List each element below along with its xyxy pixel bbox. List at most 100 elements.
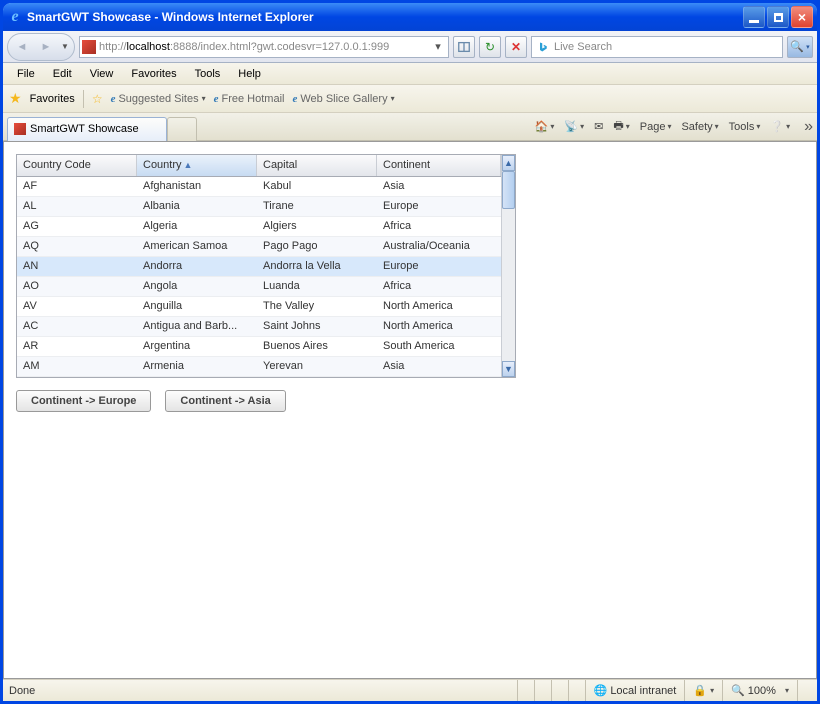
free-hotmail-link[interactable]: eFree Hotmail xyxy=(214,93,285,105)
status-text: Done xyxy=(9,685,35,697)
cell-country: Algeria xyxy=(137,217,257,236)
scroll-down-button[interactable]: ▼ xyxy=(502,361,515,377)
forward-button[interactable]: ► xyxy=(34,36,58,58)
header-country[interactable]: Country▲ xyxy=(137,155,257,176)
table-row[interactable]: ACAntigua and Barb...Saint JohnsNorth Am… xyxy=(17,317,501,337)
resize-grip[interactable] xyxy=(797,680,811,701)
table-row[interactable]: AOAngolaLuandaAfrica xyxy=(17,277,501,297)
favorites-label[interactable]: Favorites xyxy=(30,93,75,105)
tools-menu[interactable]: Tools▾ xyxy=(729,121,761,133)
bing-icon xyxy=(536,40,550,54)
stop-button[interactable]: ✕ xyxy=(505,36,527,58)
maximize-button[interactable] xyxy=(767,6,789,28)
favorites-bar: ★ Favorites ☆ eSuggested Sites▾ eFree Ho… xyxy=(3,85,817,113)
table-row[interactable]: AQAmerican SamoaPago PagoAustralia/Ocean… xyxy=(17,237,501,257)
menu-tools[interactable]: Tools xyxy=(187,66,229,82)
status-bar: Done 🌐Local intranet 🔒▾ 🔍100% ▾ xyxy=(3,679,817,701)
cell-country: American Samoa xyxy=(137,237,257,256)
cell-code: AV xyxy=(17,297,137,316)
menu-favorites[interactable]: Favorites xyxy=(123,66,184,82)
menu-file[interactable]: File xyxy=(9,66,43,82)
table-row[interactable]: ARArgentinaBuenos AiresSouth America xyxy=(17,337,501,357)
home-button[interactable]: 🏠▾ xyxy=(535,120,555,133)
menu-bar: File Edit View Favorites Tools Help xyxy=(3,63,817,85)
tab-smartgwt-showcase[interactable]: SmartGWT Showcase xyxy=(7,117,167,141)
cell-continent: Africa xyxy=(377,277,501,296)
status-empty-2 xyxy=(534,680,551,701)
add-favorite-icon[interactable]: ☆ xyxy=(92,92,103,106)
address-bar[interactable]: http://localhost:8888/index.html?gwt.cod… xyxy=(79,36,449,58)
menu-edit[interactable]: Edit xyxy=(45,66,80,82)
cell-capital: Tirane xyxy=(257,197,377,216)
scroll-thumb[interactable] xyxy=(502,171,515,209)
cell-capital: Luanda xyxy=(257,277,377,296)
cell-capital: Andorra la Vella xyxy=(257,257,377,276)
grid-scrollbar[interactable]: ▲ ▼ xyxy=(501,155,515,377)
page-menu[interactable]: Page▾ xyxy=(640,121,672,133)
refresh-button[interactable]: ↻ xyxy=(479,36,501,58)
zone-icon: 🌐 xyxy=(594,684,608,697)
nav-bar: ◄ ► ▼ http://localhost:8888/index.html?g… xyxy=(3,31,817,63)
table-row[interactable]: AMArmeniaYerevanAsia xyxy=(17,357,501,377)
compat-view-button[interactable] xyxy=(453,36,475,58)
menu-help[interactable]: Help xyxy=(230,66,269,82)
cell-continent: Africa xyxy=(377,217,501,236)
cell-continent: South America xyxy=(377,337,501,356)
cell-code: AG xyxy=(17,217,137,236)
favorites-star-icon[interactable]: ★ xyxy=(9,90,22,107)
continent-europe-button[interactable]: Continent -> Europe xyxy=(16,390,151,412)
scroll-up-button[interactable]: ▲ xyxy=(502,155,515,171)
header-continent[interactable]: Continent xyxy=(377,155,501,176)
web-slice-link[interactable]: eWeb Slice Gallery▾ xyxy=(292,93,394,105)
suggested-sites-link[interactable]: eSuggested Sites▾ xyxy=(111,93,206,105)
search-input[interactable]: Live Search xyxy=(531,36,783,58)
cmdbar-overflow[interactable]: » xyxy=(804,118,813,136)
tab-bar: SmartGWT Showcase 🏠▾ 📡▾ ✉ 🖶▾ Page▾ Safet… xyxy=(3,113,817,141)
status-empty-4 xyxy=(568,680,585,701)
tab-favicon xyxy=(14,123,26,135)
table-row[interactable]: AFAfghanistanKabulAsia xyxy=(17,177,501,197)
zoom-control[interactable]: 🔍100% ▾ xyxy=(722,680,797,701)
safety-menu[interactable]: Safety▾ xyxy=(681,121,718,133)
address-dropdown[interactable]: ▾ xyxy=(430,40,446,53)
cell-capital: Buenos Aires xyxy=(257,337,377,356)
search-placeholder: Live Search xyxy=(554,41,612,53)
search-button[interactable]: 🔍▾ xyxy=(787,36,813,58)
status-zone[interactable]: 🌐Local intranet xyxy=(585,680,685,701)
back-button[interactable]: ◄ xyxy=(10,36,34,58)
table-row[interactable]: AVAnguillaThe ValleyNorth America xyxy=(17,297,501,317)
nav-history-dropdown[interactable]: ▼ xyxy=(58,36,72,58)
cell-continent: Europe xyxy=(377,257,501,276)
cell-country: Antigua and Barb... xyxy=(137,317,257,336)
protected-mode[interactable]: 🔒▾ xyxy=(684,680,722,701)
cell-capital: Kabul xyxy=(257,177,377,196)
status-empty-1 xyxy=(517,680,534,701)
cell-continent: Asia xyxy=(377,177,501,196)
new-tab-button[interactable] xyxy=(167,117,197,141)
header-capital[interactable]: Capital xyxy=(257,155,377,176)
print-button[interactable]: 🖶▾ xyxy=(613,117,629,136)
read-mail-button[interactable]: ✉ xyxy=(594,120,603,133)
minimize-button[interactable] xyxy=(743,6,765,28)
ie-page-icon: e xyxy=(292,93,297,105)
table-row[interactable]: ALAlbaniaTiraneEurope xyxy=(17,197,501,217)
status-empty-3 xyxy=(551,680,568,701)
scroll-track[interactable] xyxy=(502,171,515,361)
country-grid: Country Code Country▲ Capital Continent … xyxy=(16,154,516,378)
cell-country: Anguilla xyxy=(137,297,257,316)
cell-continent: North America xyxy=(377,317,501,336)
cell-country: Afghanistan xyxy=(137,177,257,196)
help-button[interactable]: ❔▾ xyxy=(770,120,790,133)
close-button[interactable]: × xyxy=(791,6,813,28)
feeds-button[interactable]: 📡▾ xyxy=(564,120,584,133)
sort-asc-icon: ▲ xyxy=(184,160,193,170)
continent-asia-button[interactable]: Continent -> Asia xyxy=(165,390,285,412)
menu-view[interactable]: View xyxy=(82,66,122,82)
tab-title: SmartGWT Showcase xyxy=(30,123,139,135)
cell-capital: Algiers xyxy=(257,217,377,236)
cell-capital: Pago Pago xyxy=(257,237,377,256)
table-row[interactable]: AGAlgeriaAlgiersAfrica xyxy=(17,217,501,237)
cell-code: AF xyxy=(17,177,137,196)
table-row[interactable]: ANAndorraAndorra la VellaEurope xyxy=(17,257,501,277)
header-country-code[interactable]: Country Code xyxy=(17,155,137,176)
